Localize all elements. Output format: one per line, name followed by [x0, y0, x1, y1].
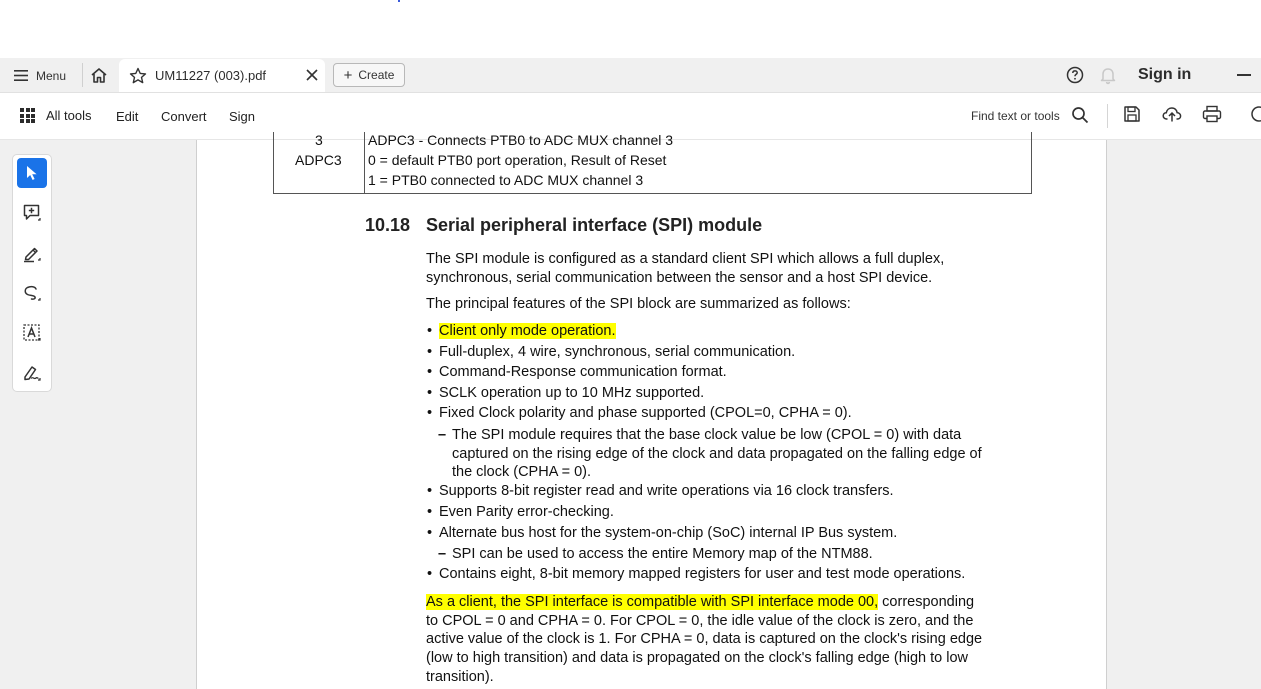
- edit-menu[interactable]: Edit: [116, 109, 138, 124]
- menu-button[interactable]: Menu: [14, 67, 66, 84]
- section-title: Serial peripheral interface (SPI) module: [426, 215, 763, 235]
- home-button[interactable]: [89, 65, 109, 85]
- highlighter-icon: [24, 247, 41, 263]
- list-item: • Supports 8-bit register read and write …: [427, 483, 894, 499]
- list-item: • Full-duplex, 4 wire, synchronous, seria…: [427, 344, 796, 360]
- window-top-strip: [0, 0, 1261, 58]
- sub-item-line: the clock (CPHA = 0).: [452, 464, 592, 481]
- add-comment-tool[interactable]: [17, 198, 47, 228]
- register-table: 3 ADPC3 ADPC3 - Connects PTB0 to ADC MUX…: [273, 132, 1032, 194]
- sub-item-line: The SPI module requires that the base cl…: [452, 427, 962, 443]
- comment-plus-icon: [23, 204, 41, 221]
- highlight-tool[interactable]: [17, 238, 47, 268]
- register-description: 1 = PTB0 connected to ADC MUX channel 3: [368, 172, 644, 188]
- minimize-button[interactable]: [1237, 74, 1251, 76]
- tab-bar: Menu UM11227 (003).pdf + Create Sign in: [0, 58, 1261, 93]
- intro-paragraph: The SPI module is configured as a standa…: [426, 250, 1026, 287]
- create-button[interactable]: + Create: [333, 63, 405, 87]
- find-text-label[interactable]: Find text or tools: [971, 109, 1060, 123]
- list-item: • Alternate bus host for the system-on-ch…: [427, 525, 898, 541]
- sign-in-button[interactable]: Sign in: [1138, 66, 1191, 84]
- sub-list-item: – The SPI module requires that the base …: [438, 426, 1028, 482]
- help-icon[interactable]: [1066, 66, 1084, 84]
- section-heading: 10.18 Serial peripheral interface (SPI) m…: [365, 215, 762, 236]
- list-item: • Client only mode operation.: [427, 323, 616, 339]
- quick-tools-panel: [12, 154, 52, 392]
- paragraph-line: The SPI module is configured as a standa…: [426, 251, 945, 267]
- table-divider: [364, 132, 365, 193]
- list-item: • Contains eight, 8-bit memory mapped reg…: [427, 566, 966, 582]
- cursor-icon: [27, 166, 37, 180]
- sub-item-line: captured on the rising edge of the clock…: [452, 445, 982, 462]
- share-icon[interactable]: [1250, 105, 1261, 123]
- select-tool[interactable]: [17, 158, 47, 188]
- upload-cloud-icon[interactable]: [1162, 105, 1182, 123]
- sub-item-line: SPI can be used to access the entire Mem…: [452, 546, 873, 562]
- hamburger-icon: [14, 70, 28, 81]
- menu-label: Menu: [36, 68, 67, 83]
- draw-tool[interactable]: [17, 278, 47, 308]
- register-bit: 3: [315, 132, 323, 148]
- pen-sign-icon: [24, 366, 41, 381]
- register-name: ADPC3: [295, 152, 342, 168]
- document-workspace: 3 ADPC3 ADPC3 - Connects PTB0 to ADC MUX…: [0, 132, 1261, 689]
- register-description: ADPC3 - Connects PTB0 to ADC MUX channel…: [368, 132, 674, 148]
- freehand-draw-icon: [24, 285, 41, 301]
- divider: [1107, 104, 1108, 128]
- list-item: • Fixed Clock polarity and phase supporte…: [427, 405, 852, 421]
- close-icon[interactable]: [305, 68, 319, 82]
- star-icon[interactable]: [129, 67, 147, 85]
- sub-list-item: – SPI can be used to access the entire M…: [438, 545, 1028, 564]
- convert-menu[interactable]: Convert: [161, 109, 207, 124]
- summary-text: The principal features of the SPI block …: [426, 296, 851, 312]
- home-icon: [91, 67, 107, 83]
- highlighted-text: As a client, the SPI interface is compat…: [426, 594, 879, 610]
- section-number: 10.18: [365, 215, 411, 235]
- text-select-tool[interactable]: [17, 318, 47, 348]
- bell-icon[interactable]: [1099, 65, 1117, 85]
- all-tools-button[interactable]: All tools: [20, 108, 92, 123]
- text-box-icon: [23, 324, 41, 341]
- plus-icon: +: [343, 66, 353, 84]
- paragraph-line: transition).: [426, 668, 494, 685]
- sign-tool[interactable]: [17, 358, 47, 388]
- paragraph-line: active value of the clock is 1. For CPHA…: [426, 631, 983, 648]
- sign-menu[interactable]: Sign: [229, 109, 255, 124]
- document-tab[interactable]: UM11227 (003).pdf: [119, 59, 325, 92]
- list-item: • Command-Response communication format.: [427, 364, 727, 380]
- paragraph-line: to CPOL = 0 and CPHA = 0. For CPOL = 0, …: [426, 612, 974, 629]
- register-description: 0 = default PTB0 port operation, Result …: [368, 152, 667, 168]
- list-item: • SCLK operation up to 10 MHz supported.: [427, 385, 705, 401]
- stray-pixel: [398, 0, 400, 2]
- mode-paragraph: As a client, the SPI interface is compat…: [426, 593, 1066, 687]
- all-tools-label: All tools: [46, 108, 92, 123]
- divider: [82, 63, 83, 87]
- pdf-page: 3 ADPC3 ADPC3 - Connects PTB0 to ADC MUX…: [196, 132, 1107, 689]
- paragraph-line: (low to high transition) and data is pro…: [426, 650, 969, 667]
- list-item: • Even Parity error-checking.: [427, 504, 614, 520]
- paragraph-line: synchronous, serial communication betwee…: [426, 269, 933, 286]
- create-label: Create: [358, 68, 395, 82]
- grid-icon: [20, 108, 35, 123]
- print-icon[interactable]: [1202, 105, 1222, 123]
- document-tab-title: UM11227 (003).pdf: [155, 68, 267, 83]
- search-icon[interactable]: [1071, 106, 1089, 124]
- highlighted-text: Client only mode operation.: [439, 323, 616, 339]
- save-icon[interactable]: [1123, 105, 1141, 123]
